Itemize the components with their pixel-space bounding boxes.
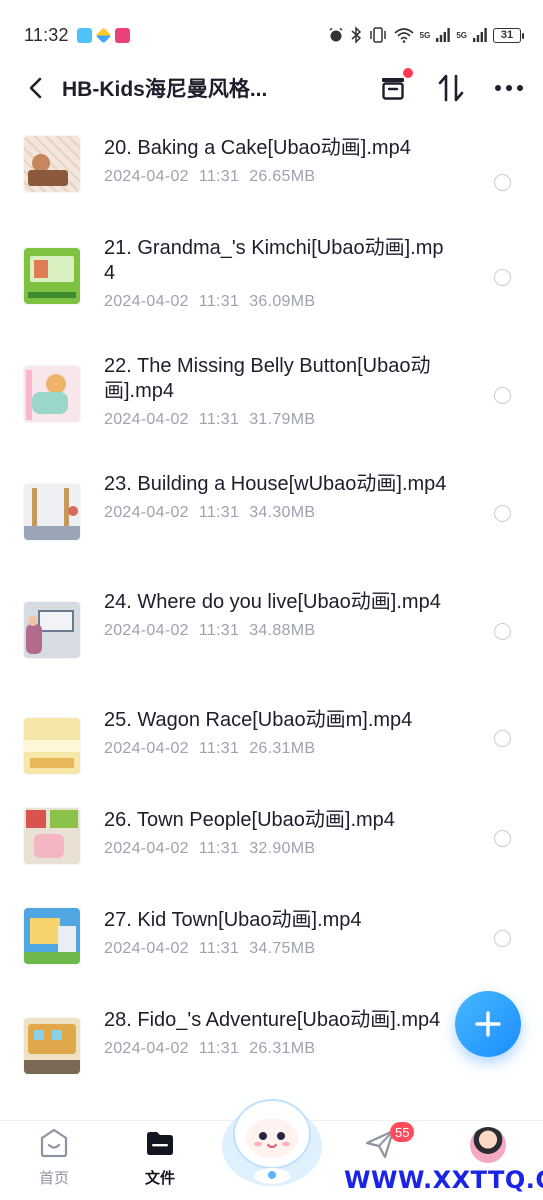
- wifi-icon: [394, 28, 414, 43]
- select-radio[interactable]: [494, 623, 511, 640]
- list-item[interactable]: 20. Baking a Cake[Ubao动画].mp4 2024-04-02…: [0, 136, 543, 236]
- file-name: 28. Fido_'s Adventure[Ubao动画].mp4: [104, 1009, 441, 1031]
- file-meta: 2024-04-02 11:31 36.09MB: [104, 293, 316, 310]
- file-name: 20. Baking a Cake[Ubao动画].mp4: [104, 137, 411, 159]
- more-dots-icon: [495, 85, 523, 91]
- video-thumbnail: [24, 808, 80, 864]
- video-thumbnail: [24, 484, 80, 540]
- select-radio[interactable]: [494, 387, 511, 404]
- plus-icon: [475, 1011, 501, 1037]
- nav-profile[interactable]: [448, 1127, 528, 1163]
- video-thumbnail: [24, 718, 80, 774]
- transfer-list-button[interactable]: [377, 68, 413, 104]
- file-meta: 2024-04-02 11:31 31.79MB: [104, 411, 316, 428]
- add-button[interactable]: [455, 991, 521, 1057]
- nav-home[interactable]: 首页: [14, 1127, 94, 1188]
- signal-bars-2-icon: [473, 28, 487, 42]
- file-meta: 2024-04-02 11:31 26.31MB: [104, 740, 316, 757]
- list-item[interactable]: 27. Kid Town[Ubao动画].mp4 2024-04-02 11:31…: [0, 908, 543, 1008]
- video-app-icon: [114, 27, 130, 43]
- map-app-icon: [95, 27, 112, 43]
- archive-box-icon: [382, 78, 404, 100]
- list-item[interactable]: 21. Grandma_'s Kimchi[Ubao动画].mp4 2024-0…: [0, 236, 543, 354]
- list-item[interactable]: 24. Where do you live[Ubao动画].mp4 2024-0…: [0, 590, 543, 708]
- folder-icon: [147, 1132, 173, 1155]
- video-thumbnail: [24, 136, 80, 192]
- signal-5g-2: 5G: [456, 30, 467, 40]
- avatar: [470, 1127, 506, 1163]
- file-name: 25. Wagon Race[Ubao动画m].mp4: [104, 709, 413, 731]
- nav-files[interactable]: 文件: [120, 1127, 200, 1188]
- signal-5g-1: 5G: [419, 30, 431, 40]
- status-time: 11:32: [24, 24, 69, 45]
- signal-bars-1-icon: [436, 28, 451, 42]
- notification-badge: 55: [390, 1122, 415, 1142]
- file-name: 27. Kid Town[Ubao动画].mp4: [104, 909, 362, 931]
- battery-indicator: 31: [493, 27, 524, 43]
- calendar-app-icon: [76, 27, 92, 43]
- video-thumbnail: [24, 1018, 80, 1074]
- header-actions: [377, 68, 525, 104]
- select-radio[interactable]: [494, 830, 511, 847]
- file-meta: 2024-04-02 11:31 26.31MB: [104, 1040, 316, 1057]
- select-radio[interactable]: [494, 730, 511, 747]
- select-radio[interactable]: [494, 174, 511, 191]
- vibrate-icon: [369, 27, 386, 43]
- mascot-assistant-icon[interactable]: [218, 1088, 326, 1188]
- file-name: 21. Grandma_'s Kimchi[Ubao动画].mp4: [104, 237, 444, 284]
- file-browser-screen: 11:32 5G 5G 31 HB-Kids海尼曼风格... 20. Bakin…: [0, 0, 543, 1200]
- nav-home-label: 首页: [38, 1170, 69, 1187]
- file-meta: 2024-04-02 11:31 32.90MB: [104, 840, 316, 857]
- list-item[interactable]: 25. Wagon Race[Ubao动画m].mp4 2024-04-02 11…: [0, 708, 543, 808]
- video-thumbnail: [24, 248, 80, 304]
- nav-files-label: 文件: [144, 1170, 175, 1187]
- status-indicators: 5G 5G 31: [328, 26, 524, 44]
- file-meta: 2024-04-02 11:31 34.30MB: [104, 504, 316, 521]
- file-meta: 2024-04-02 11:31 34.88MB: [104, 622, 316, 639]
- notification-dot: [403, 68, 413, 78]
- video-thumbnail: [24, 366, 80, 422]
- file-list: 20. Baking a Cake[Ubao动画].mp4 2024-04-02…: [0, 118, 543, 1090]
- select-radio[interactable]: [494, 269, 511, 286]
- page-title: HB-Kids海尼曼风格...: [62, 78, 268, 101]
- video-thumbnail: [24, 602, 80, 658]
- more-options-button[interactable]: [493, 72, 525, 104]
- sort-button[interactable]: [435, 72, 467, 104]
- select-radio[interactable]: [494, 505, 511, 522]
- alarm-icon: [329, 27, 343, 42]
- list-item[interactable]: 26. Town People[Ubao动画].mp4 2024-04-02 11…: [0, 808, 543, 908]
- file-name: 22. The Missing Belly Button[Ubao动画].mp4: [104, 355, 431, 402]
- header-bar: HB-Kids海尼曼风格...: [0, 60, 543, 116]
- select-radio[interactable]: [494, 930, 511, 947]
- video-thumbnail: [24, 908, 80, 964]
- file-name: 23. Building a House[wUbao动画].mp4: [104, 473, 447, 495]
- file-name: 26. Town People[Ubao动画].mp4: [104, 809, 395, 831]
- status-app-icons: [76, 27, 130, 43]
- nav-share[interactable]: 55: [340, 1122, 420, 1161]
- sort-arrows-icon: [438, 74, 464, 102]
- bluetooth-icon: [351, 26, 361, 44]
- chevron-left-icon: [29, 77, 42, 99]
- file-name: 24. Where do you live[Ubao动画].mp4: [104, 591, 441, 613]
- file-meta: 2024-04-02 11:31 34.75MB: [104, 940, 316, 957]
- back-button[interactable]: [24, 77, 46, 99]
- file-meta: 2024-04-02 11:31 26.65MB: [104, 168, 316, 185]
- list-item[interactable]: 22. The Missing Belly Button[Ubao动画].mp4…: [0, 354, 543, 472]
- list-item[interactable]: 23. Building a House[wUbao动画].mp4 2024-0…: [0, 472, 543, 590]
- watermark-text: WWW.XXTTQ.COM: [344, 1166, 543, 1194]
- home-icon: [40, 1128, 68, 1158]
